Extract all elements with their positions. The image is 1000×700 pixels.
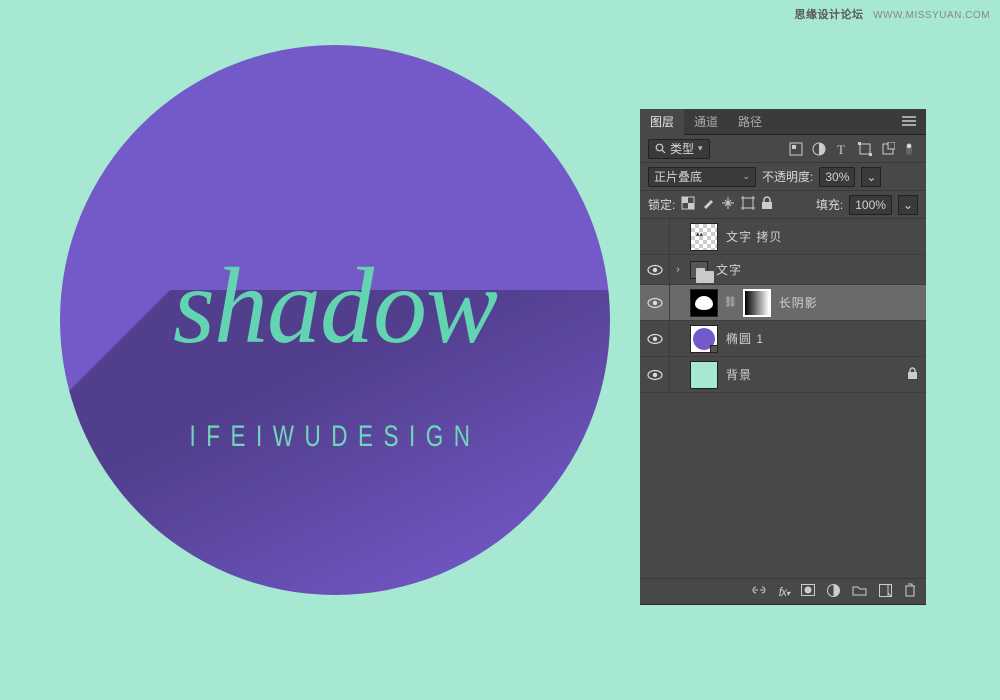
fill-input[interactable]: 100% xyxy=(849,195,892,215)
opacity-value: 30% xyxy=(825,170,849,184)
add-mask-icon[interactable] xyxy=(801,584,815,599)
layer-row[interactable]: ▴▴ 文字 拷贝 xyxy=(640,219,926,255)
link-layers-icon[interactable] xyxy=(751,584,767,599)
opacity-scrub-icon[interactable]: ⌄ xyxy=(861,167,881,187)
tab-paths[interactable]: 路径 xyxy=(728,109,772,135)
layer-thumbnail[interactable]: ▴▴ xyxy=(690,223,718,251)
panel-menu-icon[interactable] xyxy=(892,115,926,129)
layer-name[interactable]: 文字 xyxy=(716,261,742,278)
visibility-toggle[interactable] xyxy=(640,255,670,284)
folder-icon[interactable] xyxy=(690,261,708,279)
layer-name[interactable]: 文字 拷贝 xyxy=(726,228,782,245)
tab-channels[interactable]: 通道 xyxy=(684,109,728,135)
filter-icon-strip: T xyxy=(789,142,918,156)
filter-shape-icon[interactable] xyxy=(858,142,872,156)
layer-name[interactable]: 长阴影 xyxy=(779,294,818,311)
filter-type-icon[interactable]: T xyxy=(835,142,849,156)
watermark: 思缘设计论坛 WWW.MISSYUAN.COM xyxy=(795,6,990,22)
layer-expand[interactable]: › xyxy=(670,264,686,275)
lock-all-icon[interactable] xyxy=(761,196,773,213)
filter-row: 类型 ▾ T xyxy=(640,135,926,163)
layer-name[interactable]: 椭圆 1 xyxy=(726,330,764,347)
mask-thumbnail[interactable] xyxy=(743,289,771,317)
lock-artboard-icon[interactable] xyxy=(741,196,755,213)
link-icon[interactable]: ⛓ xyxy=(722,297,739,308)
panel-footer: fx▾ xyxy=(640,578,926,604)
layer-fx-icon[interactable]: fx▾ xyxy=(779,585,789,599)
eye-icon xyxy=(647,297,663,309)
artwork-main-word: shadow xyxy=(60,245,610,369)
filter-toggle-icon[interactable] xyxy=(904,142,918,156)
lock-paint-icon[interactable] xyxy=(701,196,715,213)
artwork-subtitle: IFEIWUDESIGN xyxy=(129,420,542,454)
eye-icon xyxy=(647,333,663,345)
visibility-toggle[interactable] xyxy=(640,219,670,254)
svg-text:T: T xyxy=(837,142,845,156)
blend-mode-value: 正片叠底 xyxy=(654,168,702,185)
eye-icon xyxy=(647,369,663,381)
panel-tab-bar: 图层 通道 路径 xyxy=(640,109,926,135)
layer-name[interactable]: 背景 xyxy=(726,366,752,383)
opacity-input[interactable]: 30% xyxy=(819,167,855,187)
filter-kind-label: 类型 xyxy=(670,140,694,157)
tab-layers[interactable]: 图层 xyxy=(640,109,684,135)
blend-row: 正片叠底 ⌄ 不透明度: 30% ⌄ xyxy=(640,163,926,191)
layer-row[interactable]: › 文字 xyxy=(640,255,926,285)
delete-layer-icon[interactable] xyxy=(904,583,916,600)
watermark-forum: 思缘设计论坛 xyxy=(795,9,864,21)
layer-list: ▴▴ 文字 拷贝 › 文字 ⛓ 长阴影 xyxy=(640,219,926,393)
layer-row[interactable]: 背景 xyxy=(640,357,926,393)
new-adjustment-icon[interactable] xyxy=(827,584,840,600)
watermark-url: WWW.MISSYUAN.COM xyxy=(873,10,990,21)
new-group-icon[interactable] xyxy=(852,584,867,599)
lock-icon xyxy=(907,367,918,383)
chevron-down-icon: ⌄ xyxy=(742,171,750,182)
lock-position-icon[interactable] xyxy=(721,196,735,213)
opacity-label: 不透明度: xyxy=(762,168,813,185)
filter-smartobject-icon[interactable] xyxy=(881,142,895,156)
lock-row: 锁定: 填充: 100% ⌄ xyxy=(640,191,926,219)
fill-label: 填充: xyxy=(816,196,843,213)
lock-transparency-icon[interactable] xyxy=(681,196,695,213)
visibility-toggle[interactable] xyxy=(640,321,670,356)
filter-adjustment-icon[interactable] xyxy=(812,142,826,156)
layer-thumbnail[interactable] xyxy=(690,325,718,353)
layer-row[interactable]: ⛓ 长阴影 xyxy=(640,285,926,321)
layer-thumbnail[interactable] xyxy=(690,361,718,389)
visibility-toggle[interactable] xyxy=(640,357,670,392)
lock-label: 锁定: xyxy=(648,196,675,213)
blend-mode-select[interactable]: 正片叠底 ⌄ xyxy=(648,167,756,187)
filter-pixel-icon[interactable] xyxy=(789,142,803,156)
layer-filter-kind[interactable]: 类型 ▾ xyxy=(648,139,710,159)
fill-value: 100% xyxy=(855,198,886,212)
visibility-toggle[interactable] xyxy=(640,285,670,320)
chevron-down-icon: ▾ xyxy=(698,143,703,154)
new-layer-icon[interactable] xyxy=(879,584,892,600)
layer-thumbnail[interactable] xyxy=(690,289,718,317)
canvas-artwork: shadow IFEIWUDESIGN xyxy=(60,45,610,595)
layer-row[interactable]: 椭圆 1 xyxy=(640,321,926,357)
eye-icon xyxy=(647,264,663,276)
layers-panel: 图层 通道 路径 类型 ▾ T 正片叠底 ⌄ 不透明度: 30% xyxy=(640,109,926,604)
fill-scrub-icon[interactable]: ⌄ xyxy=(898,195,918,215)
search-icon xyxy=(655,143,666,154)
